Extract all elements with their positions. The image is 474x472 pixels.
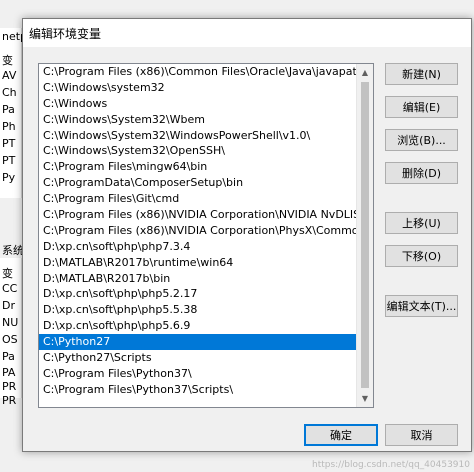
delete-button[interactable]: 删除(D) [385, 162, 458, 184]
background-label: AV [2, 69, 17, 82]
path-list-item[interactable]: C:\Windows\System32\Wbem [39, 112, 357, 128]
cancel-button[interactable]: 取消 [385, 424, 458, 446]
edit-button[interactable]: 编辑(E) [385, 96, 458, 118]
ok-button[interactable]: 确定 [304, 424, 378, 446]
edit-text-button[interactable]: 编辑文本(T)... [385, 295, 458, 317]
path-list-item[interactable]: C:\Windows\System32\OpenSSH\ [39, 143, 357, 159]
background-label: PR [2, 394, 17, 407]
scroll-down-icon[interactable]: ▼ [357, 390, 373, 407]
path-list-item[interactable]: D:\xp.cn\soft\php\php5.2.17 [39, 286, 357, 302]
path-list-item[interactable]: D:\xp.cn\soft\php\php5.5.38 [39, 302, 357, 318]
background-label: Dr [2, 299, 15, 312]
background-label: PR [2, 380, 17, 393]
move-down-button[interactable]: 下移(O) [385, 245, 458, 267]
path-list: C:\Program Files (x86)\Common Files\Orac… [39, 64, 368, 398]
scroll-up-icon[interactable]: ▲ [357, 64, 373, 81]
path-list-item[interactable]: C:\Program Files\Python37\ [39, 366, 357, 382]
background-label: Ph [2, 120, 16, 133]
path-list-item[interactable]: C:\Program Files (x86)\Common Files\Orac… [39, 64, 364, 80]
path-list-item[interactable]: C:\Windows [39, 96, 357, 112]
background-label: 变 [2, 267, 13, 280]
background-label: Pa [2, 350, 15, 363]
path-list-item[interactable]: C:\Windows\System32\WindowsPowerShell\v1… [39, 128, 357, 144]
edit-environment-variable-dialog: 编辑环境变量 C:\Program Files (x86)\Common Fil… [22, 18, 472, 452]
new-button[interactable]: 新建(N) [385, 63, 458, 85]
path-list-item[interactable]: C:\Program Files\Git\cmd [39, 191, 357, 207]
background-label: OS [2, 333, 18, 346]
path-list-item[interactable]: D:\xp.cn\soft\php\php7.3.4 [39, 239, 357, 255]
vertical-scrollbar[interactable]: ▲ ▼ [356, 64, 373, 407]
browse-button[interactable]: 浏览(B)... [385, 129, 458, 151]
background-label: PT [2, 137, 16, 150]
path-listbox[interactable]: C:\Program Files (x86)\Common Files\Orac… [38, 63, 374, 408]
background-label: 变 [2, 54, 13, 67]
background-label: Py [2, 171, 16, 184]
path-list-item[interactable]: C:\Program Files (x86)\NVIDIA Corporatio… [39, 207, 368, 223]
background-section-label: 系统 [2, 244, 24, 257]
background-label: Ch [2, 86, 17, 99]
background-label: NU [2, 316, 19, 329]
path-list-item[interactable]: D:\MATLAB\R2017b\runtime\win64 [39, 255, 357, 271]
path-list-item[interactable]: C:\Windows\system32 [39, 80, 357, 96]
path-list-item[interactable]: C:\Program Files\mingw64\bin [39, 159, 357, 175]
path-list-item[interactable]: C:\ProgramData\ComposerSetup\bin [39, 175, 357, 191]
background-label: PT [2, 154, 16, 167]
path-list-item[interactable]: C:\Program Files (x86)\NVIDIA Corporatio… [39, 223, 365, 239]
path-list-item[interactable]: D:\xp.cn\soft\php\php5.6.9 [39, 318, 357, 334]
dialog-titlebar[interactable]: 编辑环境变量 [23, 19, 471, 47]
path-list-item[interactable]: C:\Program Files\Python37\Scripts\ [39, 382, 357, 398]
background-label: CC [2, 282, 18, 295]
path-list-item[interactable]: C:\Python27 [39, 334, 357, 351]
path-list-item[interactable]: C:\Python27\Scripts [39, 350, 357, 366]
background-label: PA [2, 366, 16, 379]
background-label: Pa [2, 103, 15, 116]
path-list-item[interactable]: D:\MATLAB\R2017b\bin [39, 271, 357, 287]
scrollbar-thumb[interactable] [361, 82, 369, 388]
move-up-button[interactable]: 上移(U) [385, 212, 458, 234]
dialog-title: 编辑环境变量 [29, 26, 102, 41]
watermark: https://blog.csdn.net/qq_40453910 [311, 460, 470, 470]
